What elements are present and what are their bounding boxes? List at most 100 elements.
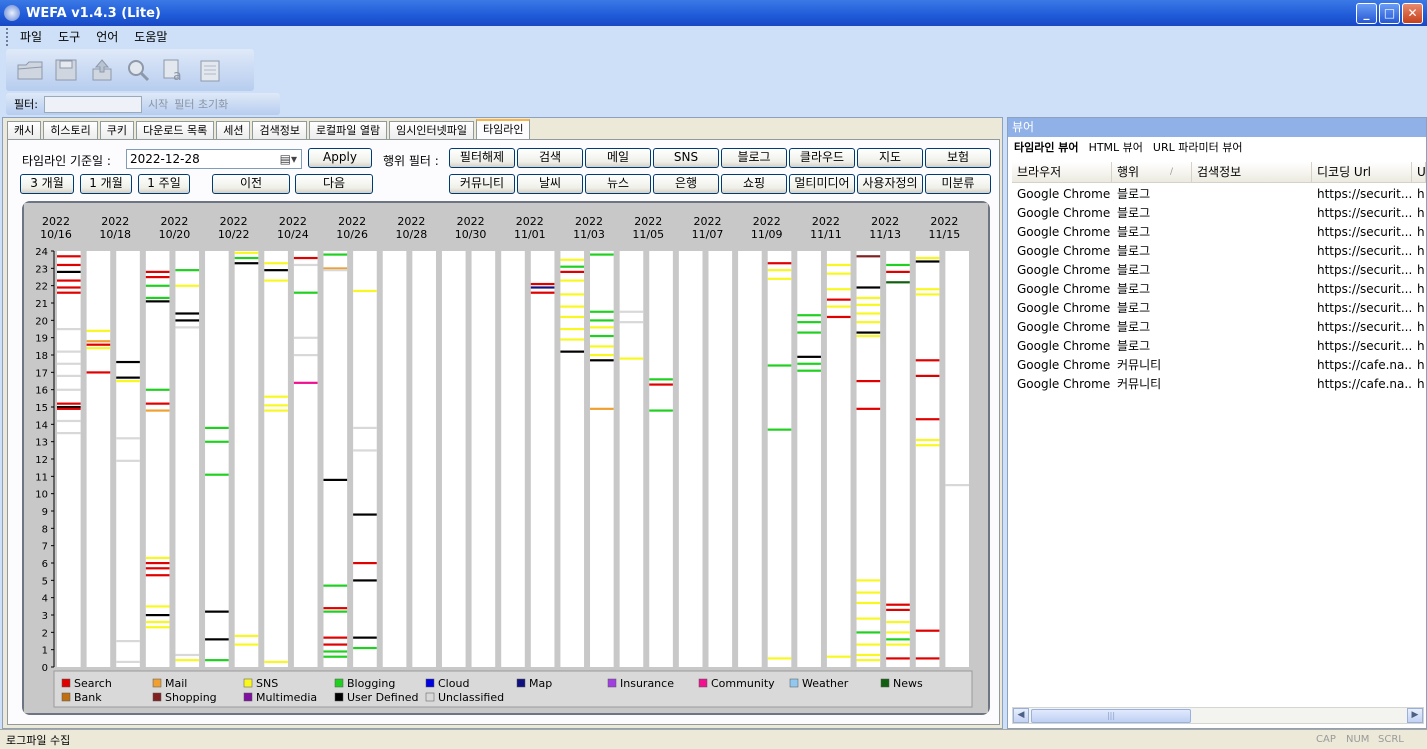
table-row[interactable]: Google Chrome 커뮤니티 https://cafe.na... h — [1012, 375, 1426, 394]
event-mark — [649, 383, 673, 386]
column-search-info[interactable]: 검색정보 — [1192, 162, 1312, 182]
filter-cloud-button[interactable]: 클라우드 — [789, 148, 855, 168]
filter-map-button[interactable]: 지도 — [857, 148, 923, 168]
filter-community-button[interactable]: 커뮤니티 — [449, 174, 515, 194]
table-row[interactable]: Google Chrome 블로그 https://securit... h — [1012, 185, 1426, 204]
event-mark — [915, 444, 940, 447]
save-icon[interactable] — [50, 53, 82, 87]
menu-language[interactable]: 언어 — [88, 28, 126, 46]
export-icon[interactable] — [86, 53, 118, 87]
column-action[interactable]: 행위 ∕ — [1112, 162, 1192, 182]
viewer-tab-timeline[interactable]: 타임라인 뷰어 — [1014, 140, 1079, 156]
table-row[interactable]: Google Chrome 블로그 https://securit... h — [1012, 299, 1426, 318]
event-mark — [856, 407, 881, 410]
apply-button[interactable]: Apply — [308, 148, 372, 168]
timeline-date-picker[interactable]: 2022-12-28 ▤▾ — [126, 149, 302, 169]
cell-search-info — [1192, 204, 1312, 223]
find-text-icon[interactable]: a — [158, 53, 190, 87]
day-column — [945, 251, 969, 667]
event-mark — [886, 620, 910, 624]
viewer-tab-html[interactable]: HTML 뷰어 — [1089, 140, 1143, 156]
table-row[interactable]: Google Chrome 커뮤니티 https://cafe.na... h — [1012, 356, 1426, 375]
table-row[interactable]: Google Chrome 블로그 https://securit... h — [1012, 280, 1426, 299]
filter-search-button[interactable]: 검색 — [517, 148, 583, 168]
event-mark — [560, 305, 585, 308]
event-mark — [145, 402, 170, 405]
filter-sns-button[interactable]: SNS — [653, 148, 719, 168]
filter-reset-button[interactable]: 필터 초기화 — [174, 96, 228, 112]
filter-input[interactable] — [43, 95, 142, 113]
menu-grip[interactable] — [6, 28, 10, 46]
notepad-icon[interactable] — [194, 53, 226, 87]
calendar-dropdown-icon[interactable]: ▤▾ — [280, 152, 297, 166]
prev-button[interactable]: 이전 — [212, 174, 290, 194]
filter-clear-button[interactable]: 필터해제 — [449, 148, 515, 168]
scroll-right-icon[interactable]: ▶ — [1407, 708, 1423, 723]
next-button[interactable]: 다음 — [295, 174, 373, 194]
open-folder-icon[interactable] — [14, 53, 46, 87]
viewer-hscrollbar[interactable]: ◀ ||| ▶ — [1012, 707, 1424, 724]
cell-decoded-url: https://cafe.na... — [1317, 358, 1412, 372]
filter-insurance-button[interactable]: 보험 — [925, 148, 991, 168]
maximize-button[interactable]: □ — [1379, 3, 1400, 24]
event-mark — [57, 328, 81, 331]
filter-weather-button[interactable]: 날씨 — [517, 174, 583, 194]
close-button[interactable]: ✕ — [1402, 3, 1423, 24]
app-icon — [4, 5, 20, 21]
minimize-button[interactable]: _ — [1356, 3, 1377, 24]
tab-cookies[interactable]: 쿠키 — [99, 121, 134, 139]
day-column — [590, 251, 614, 667]
filter-start-button[interactable]: 시작 — [148, 96, 168, 112]
viewer-tab-url-params[interactable]: URL 파라미터 뷰어 — [1153, 140, 1243, 156]
table-row[interactable]: Google Chrome 블로그 https://securit... h — [1012, 318, 1426, 337]
magnifier-icon[interactable] — [122, 53, 154, 87]
event-mark — [234, 251, 259, 254]
legend-swatch — [61, 692, 71, 702]
tab-downloads[interactable]: 다운로드 목록 — [135, 121, 215, 139]
table-row[interactable]: Google Chrome 블로그 https://securit... h — [1012, 261, 1426, 280]
range-1-month-button[interactable]: 1 개월 — [80, 174, 132, 194]
filter-mail-button[interactable]: 메일 — [585, 148, 651, 168]
event-mark — [886, 281, 910, 284]
table-row[interactable]: Google Chrome 블로그 https://securit... h — [1012, 337, 1426, 356]
menu-tools[interactable]: 도구 — [50, 28, 88, 46]
timeline-date-value: 2022-12-28 — [130, 152, 200, 166]
event-mark — [619, 321, 644, 324]
legend-label: Bank — [74, 691, 102, 704]
event-mark — [264, 660, 288, 663]
tab-cache[interactable]: 캐시 — [7, 121, 42, 139]
table-row[interactable]: Google Chrome 블로그 https://securit... h — [1012, 242, 1426, 261]
tab-history[interactable]: 히스토리 — [43, 121, 98, 139]
filter-shopping-button[interactable]: 쇼핑 — [721, 174, 787, 194]
scroll-left-icon[interactable]: ◀ — [1013, 708, 1029, 723]
tab-timeline[interactable]: 타임라인 — [476, 119, 531, 140]
column-decoded-url[interactable]: 디코딩 Url — [1312, 162, 1412, 182]
x-tick-date: 10/28 — [396, 228, 428, 241]
table-row[interactable]: Google Chrome 블로그 https://securit... h — [1012, 223, 1426, 242]
cell-decoded-url: https://securit... — [1317, 301, 1412, 315]
menu-bar: 파일 도구 언어 도움말 — [6, 28, 175, 46]
event-mark — [57, 402, 81, 405]
filter-unclassified-button[interactable]: 미분류 — [925, 174, 991, 194]
tab-session[interactable]: 세션 — [216, 121, 251, 139]
event-mark — [856, 286, 881, 289]
menu-file[interactable]: 파일 — [12, 28, 50, 46]
menu-help[interactable]: 도움말 — [126, 28, 175, 46]
tab-local-files[interactable]: 로컬파일 열람 — [308, 121, 388, 139]
scroll-thumb[interactable]: ||| — [1031, 708, 1191, 723]
filter-user-defined-button[interactable]: 사용자정의 — [857, 174, 923, 194]
tab-search-info[interactable]: 검색정보 — [252, 121, 307, 139]
legend-swatch — [880, 678, 890, 688]
range-1-week-button[interactable]: 1 주일 — [138, 174, 190, 194]
column-url[interactable]: U — [1412, 162, 1426, 182]
range-3-months-button[interactable]: 3 개월 — [20, 174, 74, 194]
tab-temp-internet-files[interactable]: 임시인터넷파일 — [389, 121, 474, 139]
filter-blog-button[interactable]: 블로그 — [721, 148, 787, 168]
filter-bank-button[interactable]: 은행 — [653, 174, 719, 194]
filter-multimedia-button[interactable]: 멀티미디어 — [789, 174, 855, 194]
event-mark — [856, 653, 881, 657]
event-mark — [145, 626, 170, 629]
table-row[interactable]: Google Chrome 블로그 https://securit... h — [1012, 204, 1426, 223]
filter-news-button[interactable]: 뉴스 — [585, 174, 651, 194]
column-browser[interactable]: 브라우저 — [1012, 162, 1112, 182]
